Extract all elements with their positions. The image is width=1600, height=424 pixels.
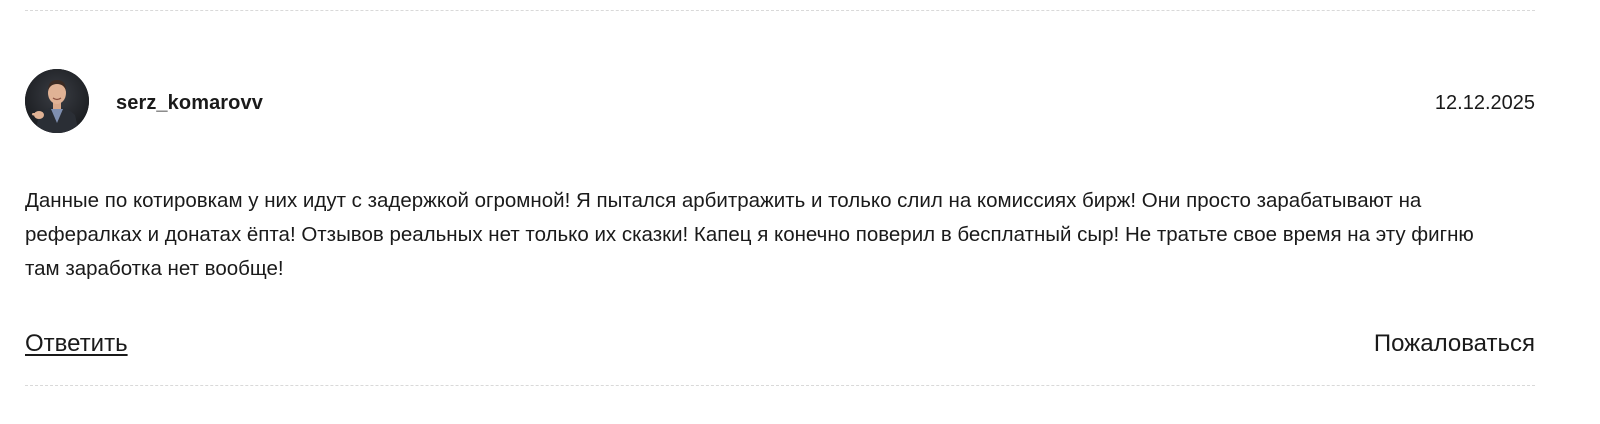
author-name: serz_komarovv xyxy=(116,92,263,114)
review-text: Данные по котировкам у них идут с задерж… xyxy=(25,189,1474,280)
review-card: serz_komarovv 12.12.2025 Данные по котир… xyxy=(25,0,1535,424)
report-link[interactable]: Пожаловаться xyxy=(1374,328,1535,360)
review-header: serz_komarovv 12.12.2025 xyxy=(25,69,1535,135)
user-photo-icon xyxy=(25,69,89,133)
bottom-divider xyxy=(25,385,1535,386)
avatar[interactable] xyxy=(25,69,89,133)
reply-link[interactable]: Ответить xyxy=(25,328,128,360)
review-actions: Ответить Пожаловаться xyxy=(25,328,1535,362)
review-date: 12.12.2025 xyxy=(1434,92,1535,114)
